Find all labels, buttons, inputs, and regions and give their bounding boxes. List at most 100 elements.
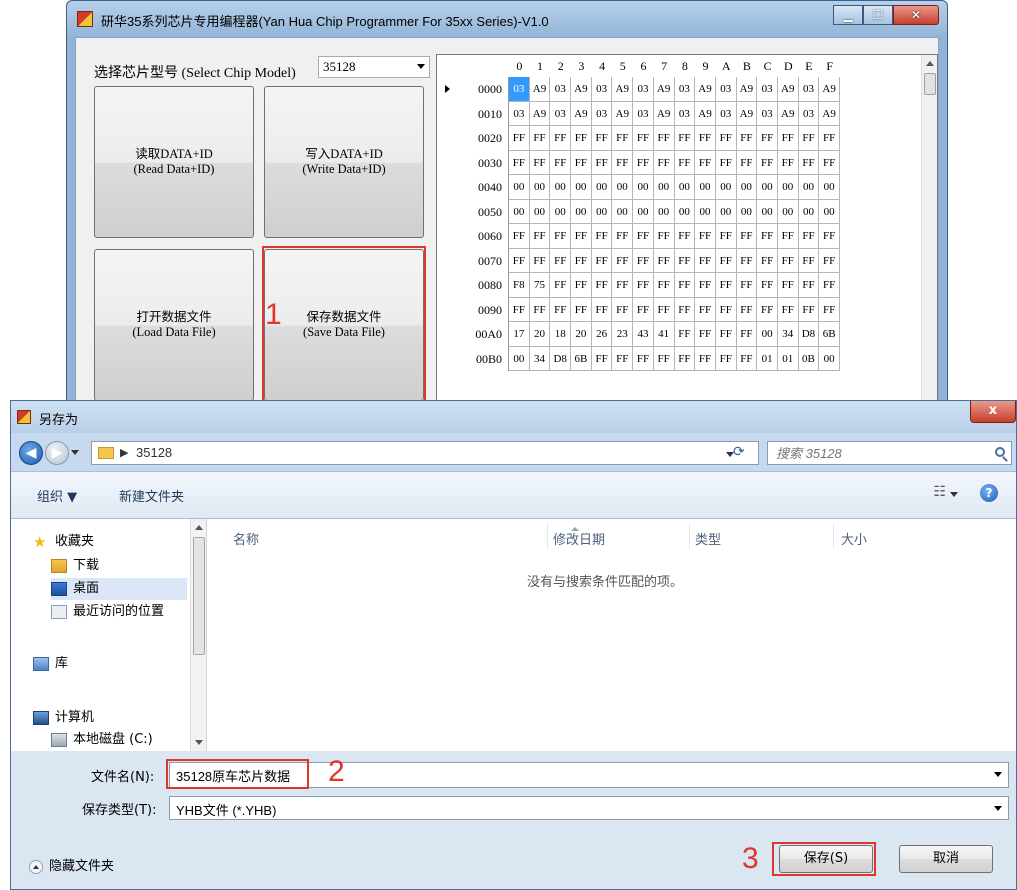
hex-cell[interactable]: 03	[757, 77, 778, 102]
hex-cell[interactable]: FF	[695, 346, 716, 371]
hex-cell[interactable]: 00	[529, 199, 551, 224]
hex-cell[interactable]: 00	[653, 175, 675, 200]
hex-cell[interactable]: FF	[736, 224, 758, 249]
hex-cell[interactable]: FF	[612, 126, 634, 151]
hex-cell[interactable]: FF	[674, 126, 696, 151]
hex-row[interactable]: 0090 FF FF FF FF FF FF FF FF FF FF FF FF FF FF FF FF	[437, 297, 921, 322]
hex-cell[interactable]: 03	[591, 77, 613, 102]
hex-cell[interactable]: 00	[798, 199, 820, 224]
filetype-select[interactable]: YHB文件 (*.YHB)	[169, 796, 1009, 820]
hex-cell[interactable]: FF	[550, 297, 572, 322]
hex-cell[interactable]: A9	[612, 77, 634, 102]
back-arrow-icon[interactable]: ◀	[19, 441, 43, 465]
hex-cell[interactable]: A9	[612, 101, 634, 126]
address-box[interactable]: ▶ 35128	[91, 441, 759, 465]
forward-arrow-icon[interactable]: ▶	[45, 441, 69, 465]
nav-scroll-up-icon[interactable]	[195, 525, 203, 530]
hex-cell[interactable]: FF	[819, 224, 840, 249]
hex-cell[interactable]: 03	[550, 77, 572, 102]
hex-cell[interactable]: FF	[777, 248, 799, 273]
cancel-button[interactable]: 取消	[899, 845, 993, 873]
hex-cell[interactable]: FF	[715, 248, 737, 273]
write-data-button[interactable]: 写入DATA+ID (Write Data+ID)	[264, 86, 424, 238]
hex-cell[interactable]: 00	[674, 175, 696, 200]
hex-cell[interactable]: 03	[715, 101, 737, 126]
hex-cell[interactable]: 00	[612, 175, 634, 200]
hex-cell[interactable]: FF	[757, 297, 778, 322]
hex-cell[interactable]: FF	[550, 248, 572, 273]
hex-cell[interactable]: FF	[509, 224, 530, 249]
hex-cell[interactable]: FF	[736, 322, 758, 347]
hex-cell[interactable]: FF	[550, 126, 572, 151]
nav-scrollbar[interactable]	[190, 519, 206, 751]
hex-cell[interactable]: 01	[777, 346, 799, 371]
hex-cell[interactable]: FF	[736, 346, 758, 371]
hex-cell[interactable]: FF	[798, 150, 820, 175]
search-box[interactable]	[767, 441, 1012, 465]
hex-cell[interactable]: 00	[757, 175, 778, 200]
hex-cell[interactable]: FF	[819, 150, 840, 175]
hex-cell[interactable]: FF	[653, 346, 675, 371]
hex-row[interactable]: 0070 FF FF FF FF FF FF FF FF FF FF FF FF FF FF FF FF	[437, 248, 921, 273]
hex-cell[interactable]: FF	[591, 273, 613, 298]
hex-cell[interactable]: A9	[571, 101, 592, 126]
hex-cell[interactable]: FF	[695, 150, 716, 175]
hex-cell[interactable]: FF	[529, 150, 551, 175]
hex-cell[interactable]: 03	[715, 77, 737, 102]
hex-cell[interactable]: FF	[777, 297, 799, 322]
nav-libraries[interactable]: 库	[33, 653, 209, 675]
search-input[interactable]	[774, 443, 993, 463]
column-divider[interactable]	[689, 523, 690, 549]
hex-cell[interactable]: FF	[715, 273, 737, 298]
hex-cell[interactable]: FF	[736, 150, 758, 175]
hex-cell[interactable]: 03	[674, 101, 696, 126]
hex-cell[interactable]: FF	[653, 224, 675, 249]
hex-cell[interactable]: FF	[509, 126, 530, 151]
hex-cell[interactable]: 0B	[798, 346, 820, 371]
hex-cell[interactable]: FF	[550, 150, 572, 175]
hex-row[interactable]: 0040 00 00 00 00 00 00 00 00 00 00 00 00 00 00 00 00	[437, 175, 921, 200]
hex-row[interactable]: 0030 FF FF FF FF FF FF FF FF FF FF FF FF FF FF FF FF	[437, 150, 921, 175]
hex-cell[interactable]: 43	[633, 322, 654, 347]
hex-cell[interactable]: 00	[571, 175, 592, 200]
hex-cell[interactable]: D8	[550, 346, 572, 371]
hex-cell[interactable]: 18	[550, 322, 572, 347]
hex-cell[interactable]: 00	[674, 199, 696, 224]
hex-cell[interactable]: FF	[777, 224, 799, 249]
dialog-close-button[interactable]: x	[970, 401, 1016, 423]
column-modified[interactable]: 修改日期	[553, 529, 605, 548]
hex-cell[interactable]: FF	[591, 297, 613, 322]
history-dropdown-icon[interactable]	[71, 450, 79, 455]
hex-cell[interactable]: A9	[653, 77, 675, 102]
hex-cell[interactable]: 00	[509, 175, 530, 200]
hex-cell[interactable]: 6B	[571, 346, 592, 371]
read-data-button[interactable]: 读取DATA+ID (Read Data+ID)	[94, 86, 254, 238]
hex-cell[interactable]: FF	[757, 273, 778, 298]
hex-cell[interactable]: 00	[529, 175, 551, 200]
hex-cell[interactable]: FF	[591, 224, 613, 249]
view-dropdown-icon[interactable]	[950, 492, 958, 497]
hex-cell[interactable]: FF	[591, 248, 613, 273]
hex-row[interactable]: 0010 03 A9 03 A9 03 A9 03 A9 03 A9 03 A9 03 A9 03 A9	[437, 101, 921, 126]
filename-dropdown-icon[interactable]	[994, 772, 1002, 777]
file-list[interactable]: 名称 修改日期 类型 大小 没有与搜索条件匹配的项。	[207, 519, 1016, 751]
help-icon[interactable]: ?	[980, 484, 998, 502]
hex-cell[interactable]: 00	[736, 199, 758, 224]
hex-cell[interactable]: 00	[612, 199, 634, 224]
hex-cell[interactable]: FF	[571, 248, 592, 273]
hex-cell[interactable]: FF	[591, 150, 613, 175]
nav-desktop[interactable]: 桌面	[51, 578, 187, 600]
hex-cell[interactable]: FF	[715, 297, 737, 322]
hex-cell[interactable]: A9	[529, 77, 551, 102]
hex-cell[interactable]: F8	[509, 273, 530, 298]
close-button[interactable]: ✕	[893, 5, 939, 25]
hex-cell[interactable]: FF	[612, 346, 634, 371]
hex-cell[interactable]: FF	[736, 126, 758, 151]
hex-cell[interactable]: 34	[529, 346, 551, 371]
hex-cell[interactable]: FF	[633, 150, 654, 175]
hex-cell[interactable]: FF	[653, 297, 675, 322]
hex-cell[interactable]: FF	[674, 273, 696, 298]
hex-cell[interactable]: FF	[633, 224, 654, 249]
hex-cell[interactable]: 41	[653, 322, 675, 347]
model-select[interactable]: 35128	[318, 56, 430, 78]
